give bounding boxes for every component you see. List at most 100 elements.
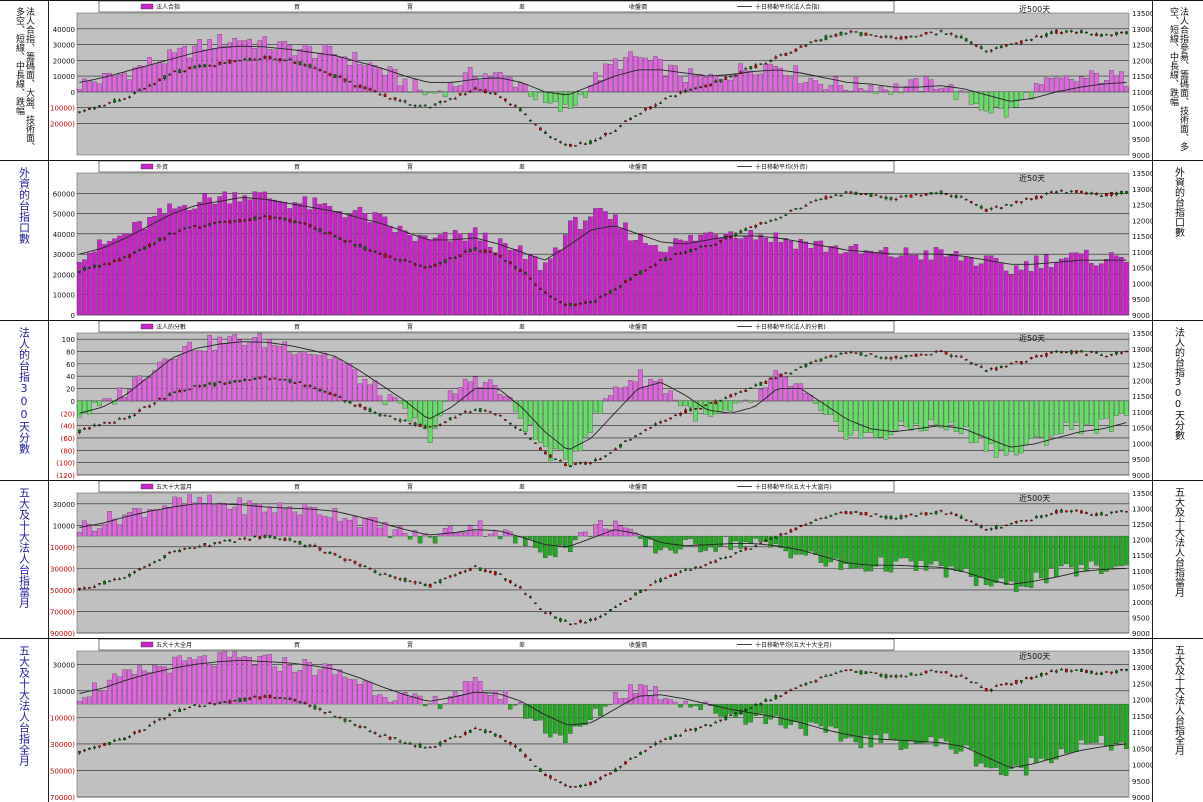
candle-body <box>1115 352 1118 355</box>
bar <box>898 703 904 751</box>
bar <box>1054 262 1059 316</box>
candle-body <box>1100 672 1103 675</box>
candle-body <box>78 111 81 113</box>
candle-body <box>864 512 868 516</box>
candle-body <box>1029 39 1033 41</box>
bar <box>893 83 899 93</box>
candle-body <box>539 288 542 290</box>
bar <box>683 400 688 406</box>
candle-body <box>223 382 227 385</box>
candle-body <box>463 93 467 96</box>
bar <box>708 535 713 548</box>
candle-body <box>1095 513 1098 516</box>
bar <box>753 74 758 93</box>
bar <box>252 191 257 316</box>
candle-body <box>879 674 883 677</box>
chart-sheet: 法人合指、籌碼面、大盤、技術面、多空、短線、中長線、跌幅 法人合指參昜、籌碼面、技… <box>0 0 1203 802</box>
candle-body <box>994 526 998 530</box>
candle-body <box>934 350 938 353</box>
bar <box>407 535 413 540</box>
candle-body <box>148 85 151 87</box>
candle-body <box>764 699 768 702</box>
candle-body <box>163 717 167 720</box>
bar <box>402 78 408 93</box>
bar <box>678 703 683 708</box>
bar <box>1023 400 1029 446</box>
bar <box>638 535 643 539</box>
bar <box>933 247 939 316</box>
bar <box>347 678 353 705</box>
bar <box>783 703 789 729</box>
bar <box>613 386 618 402</box>
bar <box>262 347 268 402</box>
bar <box>528 254 533 316</box>
candle-body <box>799 45 803 48</box>
bar <box>903 535 909 559</box>
candle-body <box>724 76 728 80</box>
bar <box>708 73 713 93</box>
candle-body <box>679 91 682 94</box>
candle-body <box>333 74 337 78</box>
candle-body <box>879 36 883 38</box>
candle-body <box>974 44 978 47</box>
candle-body <box>228 539 232 542</box>
bar <box>748 535 753 544</box>
candle-body <box>513 266 517 269</box>
candle-body <box>1050 351 1053 354</box>
bar <box>683 700 688 705</box>
bar <box>142 517 147 537</box>
bar <box>843 400 849 440</box>
bar <box>512 249 518 316</box>
bar <box>417 89 423 93</box>
candle-body <box>1039 36 1043 38</box>
bar <box>302 503 308 537</box>
candle-body <box>934 33 938 36</box>
y2-tick-label: 9500 <box>1132 136 1150 144</box>
candle-body <box>428 265 432 268</box>
bar <box>442 702 448 705</box>
candle-body <box>288 538 292 541</box>
bar <box>472 227 478 316</box>
bar <box>1028 703 1034 759</box>
bar <box>1059 77 1064 93</box>
bar <box>773 232 778 316</box>
legend: 法人的分數買賣差收盤價 十日移動平均(法人的分數) <box>98 321 895 333</box>
bar <box>808 248 814 316</box>
bar <box>848 400 854 436</box>
bar <box>337 359 343 402</box>
bar <box>372 65 378 93</box>
candle-body <box>659 102 662 104</box>
candle-body <box>839 32 843 36</box>
bar <box>297 203 303 316</box>
y-tick-label: 20000 <box>53 271 75 279</box>
candle-body <box>203 543 207 546</box>
bar <box>928 535 934 565</box>
candle-body <box>929 353 933 356</box>
candle-body <box>824 196 828 200</box>
y-tick-label: 40000 <box>53 26 75 34</box>
candle-body <box>834 194 838 197</box>
bar <box>848 245 854 316</box>
bar <box>1033 83 1039 93</box>
bar <box>297 514 303 537</box>
candle-body <box>1024 361 1028 363</box>
candle-body <box>113 740 116 742</box>
bar <box>212 666 217 705</box>
candle-body <box>438 741 442 746</box>
bar <box>703 535 708 551</box>
candle-body <box>809 521 813 524</box>
candle-body <box>503 740 507 742</box>
candle-body <box>879 196 883 198</box>
bar <box>217 196 222 316</box>
bar <box>793 248 799 316</box>
bar <box>723 703 728 718</box>
candle-body <box>614 288 617 291</box>
bar <box>157 61 162 93</box>
candle-body <box>313 545 317 547</box>
bar <box>1059 535 1064 567</box>
bar <box>92 251 97 316</box>
bar <box>1064 400 1069 423</box>
candle-body <box>93 746 96 749</box>
candle-body <box>654 423 657 425</box>
legend-mark-label: 買 <box>294 4 300 11</box>
